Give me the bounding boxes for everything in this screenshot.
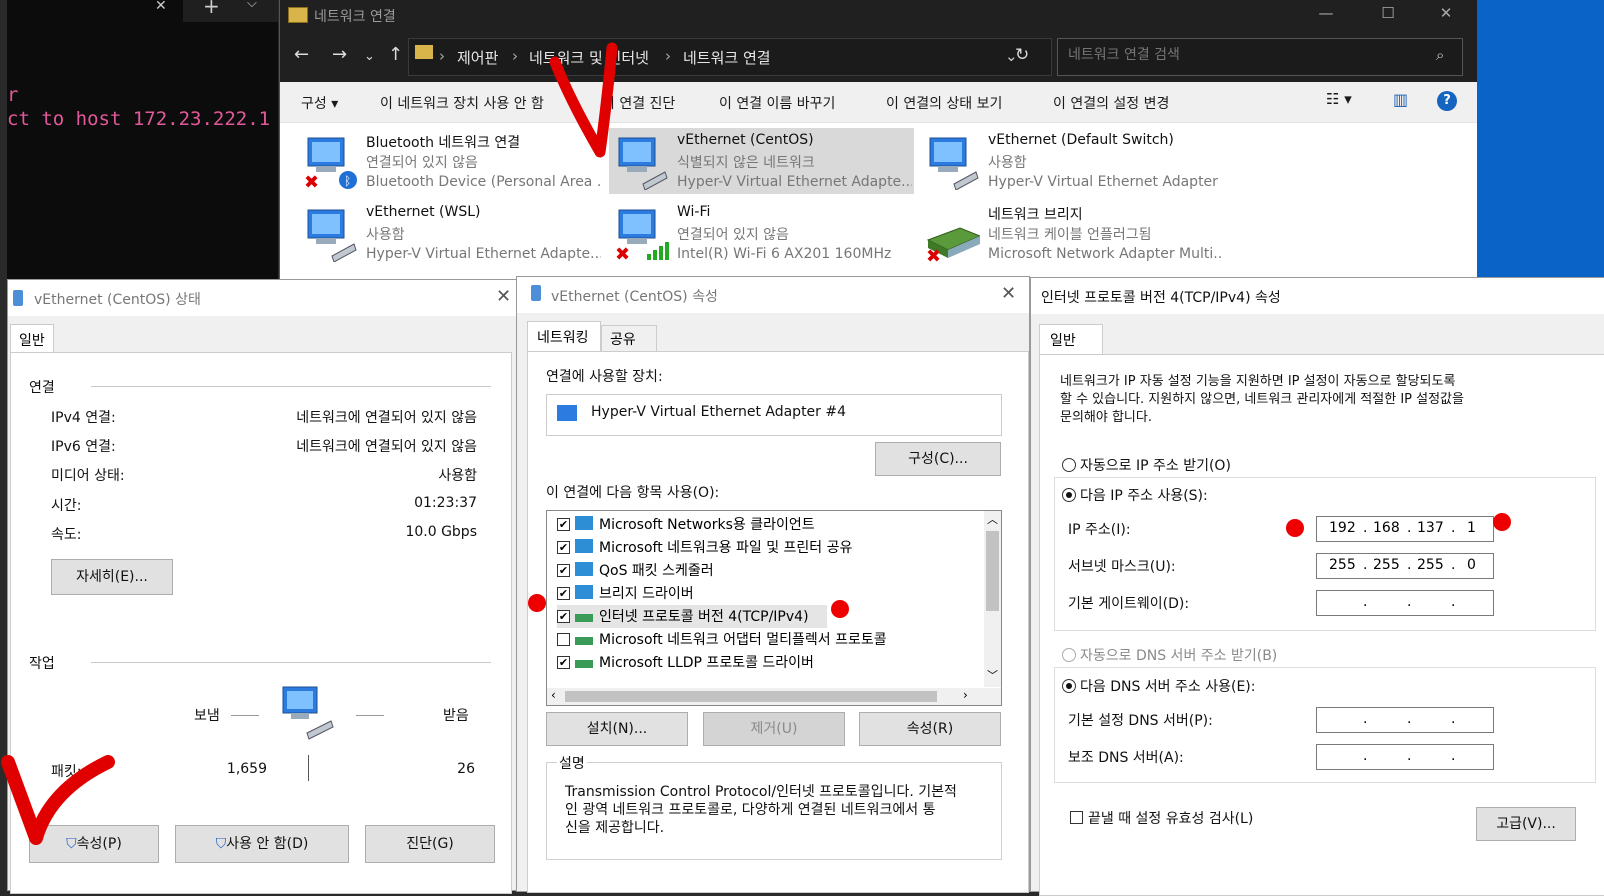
- annotation-overlay: [1, 42, 618, 845]
- annotation-dot: [1286, 519, 1304, 537]
- annotation-checkmark: [549, 42, 618, 158]
- annotation-dot: [528, 594, 546, 612]
- annotation-dot: [831, 600, 849, 618]
- annotation-checkmark: [1, 755, 115, 845]
- annotation-dot: [1493, 513, 1511, 531]
